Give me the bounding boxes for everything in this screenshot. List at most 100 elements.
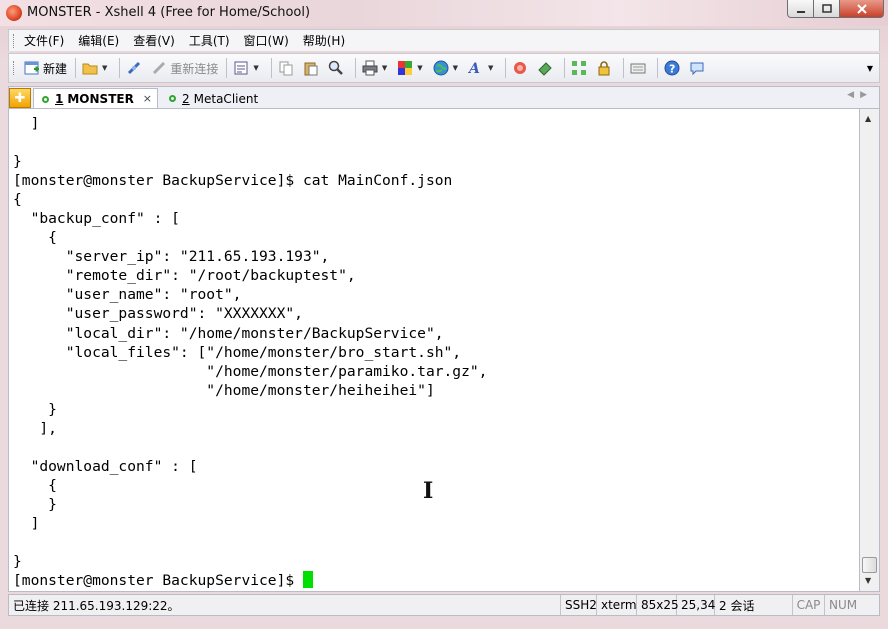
xshell-app-icon[interactable] [6, 5, 22, 21]
terminal-scrollbar[interactable]: ▲ ▼ [860, 108, 880, 592]
svg-text:A: A [468, 61, 480, 76]
close-tab-icon[interactable]: × [143, 92, 152, 105]
font-button[interactable]: A ▼ [468, 60, 497, 76]
copy-button[interactable] [278, 60, 297, 76]
menu-window[interactable]: 窗口(W) [244, 32, 289, 49]
toolbar-grip[interactable] [13, 61, 16, 75]
maximize-button[interactable] [814, 0, 840, 18]
svg-text:?: ? [669, 63, 675, 76]
print-button[interactable]: ▼ [362, 60, 391, 76]
terminal-line: "local_files": ["/home/monster/bro_start… [13, 343, 462, 361]
font-dropdown-icon[interactable]: ▼ [488, 64, 493, 72]
tab-scroll-arrows[interactable]: ◀▶ [847, 90, 873, 100]
terminal-line: "/home/monster/heiheihei"] [13, 381, 435, 399]
menu-tools[interactable]: 工具(T) [189, 32, 230, 49]
properties-icon [233, 60, 249, 76]
status-bar: 已连接 211.65.193.129:22。 SSH2 xterm 85x25 … [8, 594, 880, 616]
terminal-type-status: xterm [597, 595, 637, 615]
terminal-line: "user_password": "XXXXXXX", [13, 305, 303, 323]
terminal-line: ], [13, 419, 57, 437]
keyboard-button[interactable] [630, 60, 649, 76]
menu-bar: 文件(F) 编辑(E) 查看(V) 工具(T) 窗口(W) 帮助(H) [8, 29, 880, 51]
keyboard-icon [630, 60, 646, 76]
open-button[interactable]: ▼ [82, 60, 111, 76]
terminal-size-status: 85x25 [637, 595, 679, 615]
terminal-line: { [13, 229, 57, 247]
terminal-line: } [13, 553, 22, 571]
new-session-button[interactable]: 新建 [24, 60, 67, 77]
window-controls [787, 0, 884, 18]
properties-dropdown-icon[interactable]: ▼ [253, 64, 258, 72]
print-dropdown-icon[interactable]: ▼ [382, 64, 387, 72]
encoding-dropdown-icon[interactable]: ▼ [453, 64, 458, 72]
new-tab-button[interactable]: ✚ [9, 88, 31, 108]
toolbar-separator [270, 58, 272, 78]
reconnect-button[interactable]: 重新连接 [151, 60, 218, 77]
copy-icon [278, 60, 294, 76]
add-icon: ✚ [14, 90, 26, 106]
scrollbar-thumb[interactable] [862, 557, 877, 573]
minimize-button[interactable] [787, 0, 814, 18]
terminal-line: } [13, 495, 57, 513]
connect-button[interactable] [126, 60, 145, 76]
maximize-icon [821, 3, 832, 13]
color-scheme-dropdown-icon[interactable]: ▼ [417, 64, 422, 72]
new-session-label: 新建 [43, 61, 68, 76]
scroll-up-icon[interactable]: ▲ [865, 114, 871, 123]
terminal-line: "download_conf" : [ [13, 457, 198, 475]
folder-icon [82, 60, 98, 76]
terminal-output: ]} [monster@monster BackupService]$ cat M… [13, 114, 487, 590]
open-dropdown-icon[interactable]: ▼ [102, 64, 107, 72]
lock-button[interactable] [596, 60, 615, 76]
transfer-button[interactable] [537, 60, 556, 76]
encoding-button[interactable]: ▼ [433, 60, 462, 76]
properties-button[interactable]: ▼ [233, 60, 262, 76]
speech-bubble-icon [689, 60, 705, 76]
terminal-line: ] [13, 115, 40, 132]
magnifier-icon [328, 60, 344, 76]
menu-file[interactable]: 文件(F) [24, 32, 64, 49]
toolbar-separator [354, 58, 356, 78]
caps-lock-indicator: CAP [793, 595, 825, 615]
toolbar-separator [623, 58, 625, 78]
color-scheme-button[interactable]: ▼ [397, 60, 426, 76]
menu-help[interactable]: 帮助(H) [303, 32, 345, 49]
find-button[interactable] [328, 60, 347, 76]
help-button[interactable]: ? [664, 60, 683, 76]
terminal-prompt-line: [monster@monster BackupService]$ [13, 571, 487, 590]
xftp-icon [512, 60, 528, 76]
xftp-button[interactable] [512, 60, 531, 76]
num-lock-indicator: NUM [829, 598, 858, 612]
tab-monster[interactable]: 1 MONSTER × [33, 88, 158, 109]
connected-status-icon [169, 95, 176, 102]
terminal-area[interactable]: ]} [monster@monster BackupService]$ cat M… [8, 108, 860, 592]
tab-label: MONSTER [67, 92, 134, 106]
terminal-line: "local_dir": "/home/monster/BackupServic… [13, 324, 444, 342]
toolbar: 新建 ▼ 重新连接 ▼ ▼ ▼ ▼ A ▼ ? ▼ [8, 53, 880, 83]
chat-button[interactable] [689, 60, 708, 76]
new-session-icon [24, 60, 40, 76]
terminal-line: "user_name": "root", [13, 286, 242, 304]
reconnect-label: 重新连接 [170, 61, 219, 76]
printer-icon [362, 60, 378, 76]
menu-view[interactable]: 查看(V) [133, 32, 175, 49]
fullscreen-button[interactable] [571, 60, 590, 76]
font-icon: A [468, 60, 484, 76]
scroll-down-icon[interactable]: ▼ [865, 576, 871, 585]
title-bar[interactable]: MONSTER - Xshell 4 (Free for Home/School… [0, 0, 888, 26]
link-icon [126, 60, 142, 76]
toolbar-separator [505, 58, 507, 78]
toolbar-separator [564, 58, 566, 78]
connected-status-icon [42, 95, 49, 103]
menubar-grip[interactable] [13, 33, 16, 48]
paste-button[interactable] [303, 60, 322, 76]
tab-number: 1 [55, 92, 64, 106]
tab-number: 2 [182, 91, 190, 106]
close-button[interactable] [840, 0, 884, 18]
tab-metaclient[interactable]: 2 MetaClient [161, 88, 271, 109]
toolbar-overflow-icon[interactable]: ▼ [867, 64, 873, 73]
menu-edit[interactable]: 编辑(E) [78, 32, 119, 49]
close-icon [856, 3, 867, 14]
connection-status: 已连接 211.65.193.129:22。 [9, 595, 561, 615]
